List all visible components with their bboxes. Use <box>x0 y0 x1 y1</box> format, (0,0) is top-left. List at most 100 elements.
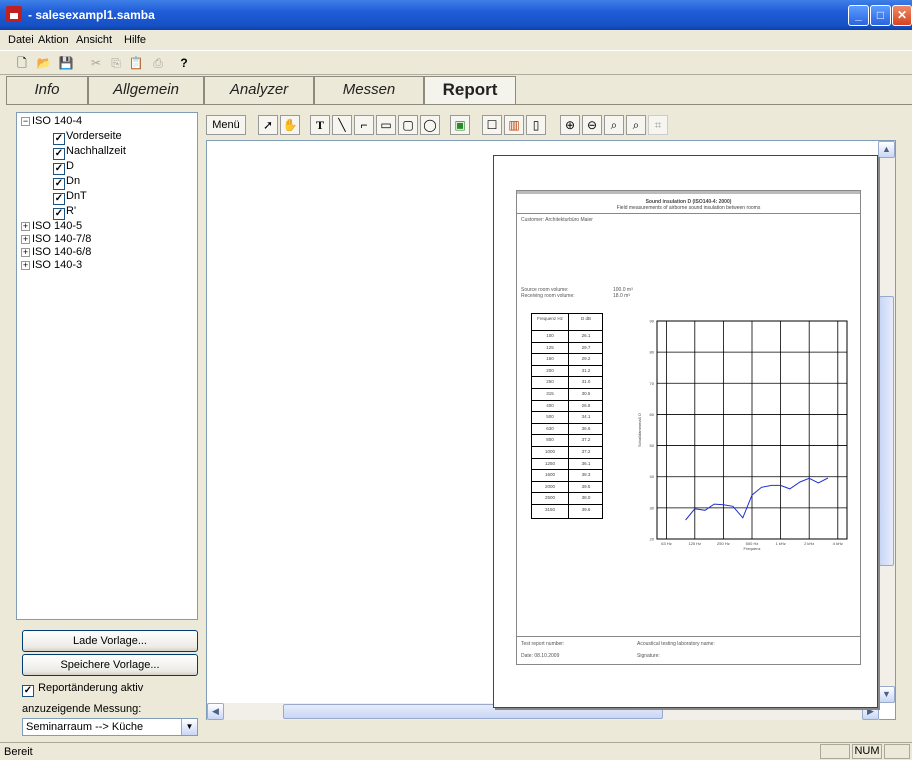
checkbox[interactable]: ✓ <box>53 148 65 160</box>
menu-aktion[interactable]: Aktion <box>38 34 69 46</box>
checkbox[interactable]: ✓ <box>53 133 65 145</box>
load-template-button[interactable]: Lade Vorlage... <box>22 630 198 652</box>
tree-root-label: ISO 140-4 <box>32 115 83 127</box>
vertical-scroll-thumb[interactable] <box>879 296 894 566</box>
table-row-divider <box>532 388 602 389</box>
chart-ytick-label: 30 <box>650 505 655 510</box>
table-cell-frequency: 3150 <box>544 507 555 512</box>
scroll-up-icon[interactable]: ▲ <box>878 141 895 158</box>
tree-item-r[interactable]: ✓ R' <box>53 205 76 220</box>
zoom-fit-icon[interactable]: ⌕ <box>604 115 624 135</box>
table-cell-frequency: 2000 <box>544 483 555 489</box>
table-cell-d: 29.2 <box>581 356 591 362</box>
tree-item-nachhallzeit[interactable]: ✓ Nachhallzeit <box>53 145 126 160</box>
receiving-volume-value: 18.0 m³ <box>613 293 630 299</box>
table-tool-icon[interactable]: ☐ <box>482 115 502 135</box>
text-tool-icon[interactable]: T <box>310 115 330 135</box>
table-cell-frequency: 800 <box>546 437 554 443</box>
image-tool-icon[interactable]: ▣ <box>450 115 470 135</box>
save-icon[interactable]: 💾 <box>58 55 74 71</box>
minimize-button[interactable]: _ <box>848 5 869 26</box>
polygon-tool-icon[interactable]: ⌐ <box>354 115 374 135</box>
report-rule <box>517 213 860 214</box>
print-icon[interactable]: ⎙ <box>150 55 166 71</box>
checkbox[interactable]: ✓ <box>53 208 65 220</box>
paste-icon[interactable]: 📋 <box>128 55 144 71</box>
chart-ytick-label: 20 <box>650 537 655 542</box>
select-tool-icon[interactable]: ➚ <box>258 115 278 135</box>
zoom-page-icon[interactable]: ⌕ <box>626 115 646 135</box>
measure-label: anzuzeigende Messung: <box>22 703 142 715</box>
tab-messen[interactable]: Messen <box>314 76 424 104</box>
table-row-divider <box>532 341 602 343</box>
tree-view[interactable]: − ISO 140-4 ✓ Vorderseite ✓ Nachhallzeit ✓ D… <box>16 112 198 620</box>
expand-icon[interactable]: + <box>21 261 30 270</box>
rounded-rect-tool-icon[interactable]: ▢ <box>398 115 418 135</box>
tree-node-iso140-7-8[interactable]: + ISO 140-7/8 <box>21 233 91 245</box>
copy-icon[interactable]: ⎘ <box>108 55 124 71</box>
table-cell-d: 36.6 <box>581 425 591 431</box>
cut-icon[interactable]: ✂ <box>88 55 104 71</box>
tree-node-iso140-5[interactable]: + ISO 140-5 <box>21 220 82 232</box>
tree-item-dn[interactable]: ✓ Dn <box>53 175 80 190</box>
collapse-icon[interactable]: − <box>21 117 30 126</box>
chart-tool-icon[interactable]: ▥ <box>504 115 524 135</box>
checkbox[interactable]: ✓ <box>53 193 65 205</box>
tree-node-iso140-6-8[interactable]: + ISO 140-6/8 <box>21 246 91 258</box>
scroll-down-icon[interactable]: ▼ <box>878 686 895 703</box>
report-menu-button[interactable]: Menü <box>206 115 246 135</box>
zoom-area-icon[interactable]: ⌗ <box>648 115 668 135</box>
table-row-divider <box>532 411 602 413</box>
menu-hilfe[interactable]: Hilfe <box>124 34 146 46</box>
zoom-out-icon[interactable]: ⊖ <box>582 115 602 135</box>
checkbox-label: Reportänderung aktiv <box>38 682 144 694</box>
tree-node-iso140-3[interactable]: + ISO 140-3 <box>21 259 82 271</box>
tree-item-dnt[interactable]: ✓ DnT <box>53 190 87 205</box>
open-icon[interactable]: 📂 <box>36 55 52 71</box>
table-row-divider <box>532 434 602 436</box>
expand-icon[interactable]: + <box>21 222 30 231</box>
table-cell-d: 37.2 <box>581 449 591 454</box>
vertical-scrollbar[interactable]: ▲ ▼ <box>878 141 895 703</box>
table-column-divider <box>568 314 569 518</box>
new-icon[interactable]: 🗋 <box>14 55 30 71</box>
frame-tool-icon[interactable]: ▯ <box>526 115 546 135</box>
table-row-divider <box>532 469 602 471</box>
table-row-divider <box>532 364 602 366</box>
tree-item-label: D <box>66 160 74 172</box>
line-tool-icon[interactable]: ╲ <box>332 115 352 135</box>
rectangle-tool-icon[interactable]: ▭ <box>376 115 396 135</box>
expand-icon[interactable]: + <box>21 235 30 244</box>
save-template-button[interactable]: Speichere Vorlage... <box>22 654 198 676</box>
checkbox-checked[interactable]: ✓ <box>22 685 34 697</box>
report-change-checkbox[interactable]: ✓ Reportänderung aktiv <box>22 682 143 697</box>
tree-item-d[interactable]: ✓ D <box>53 160 74 175</box>
table-cell-frequency: 315 <box>546 391 554 396</box>
menu-ansicht[interactable]: Ansicht <box>76 34 112 46</box>
tab-report[interactable]: Report <box>424 76 516 104</box>
tree-item-vorderseite[interactable]: ✓ Vorderseite <box>53 130 122 145</box>
tab-allgemein[interactable]: Allgemein <box>88 76 204 104</box>
maximize-button[interactable]: □ <box>870 5 891 26</box>
chart-ytick-label: 70 <box>650 381 655 386</box>
zoom-in-icon[interactable]: ⊕ <box>560 115 580 135</box>
tab-info[interactable]: Info <box>6 76 88 104</box>
table-row-divider <box>532 504 602 505</box>
measure-select[interactable]: Seminarraum --> Küche ▼ <box>22 718 198 736</box>
chart-ytick-label: 40 <box>650 474 655 479</box>
checkbox[interactable]: ✓ <box>53 163 65 175</box>
close-button[interactable]: ✕ <box>892 5 912 26</box>
chart-xtick-label: 250 Hz <box>717 541 730 546</box>
chevron-down-icon[interactable]: ▼ <box>181 719 197 735</box>
hand-tool-icon[interactable]: ✋ <box>280 115 300 135</box>
menu-datei[interactable]: Datei <box>8 34 34 46</box>
scroll-left-icon[interactable]: ◀ <box>207 703 224 720</box>
ellipse-tool-icon[interactable]: ◯ <box>420 115 440 135</box>
table-cell-d: 26.1 <box>581 333 591 338</box>
chart-ylabel: Schalldämmmaß D <box>637 413 642 447</box>
expand-icon[interactable]: + <box>21 248 30 257</box>
checkbox[interactable]: ✓ <box>53 178 65 190</box>
tree-node-root[interactable]: − ISO 140-4 <box>21 115 82 127</box>
help-icon[interactable]: ? <box>176 55 192 71</box>
tab-analyzer[interactable]: Analyzer <box>204 76 314 104</box>
